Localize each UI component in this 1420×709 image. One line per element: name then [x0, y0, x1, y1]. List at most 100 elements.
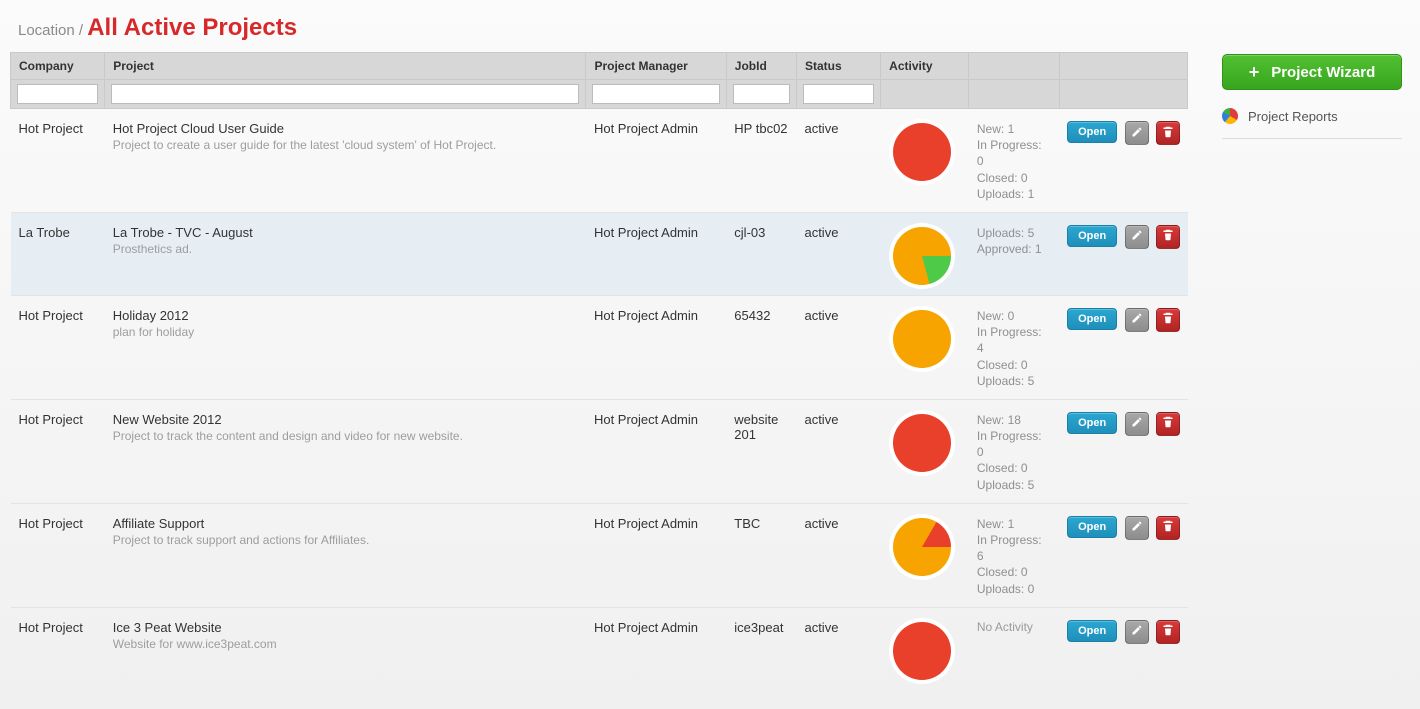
pencil-icon	[1131, 520, 1143, 535]
filter-jobid[interactable]	[733, 84, 790, 104]
filter-company[interactable]	[17, 84, 98, 104]
open-button[interactable]: Open	[1067, 121, 1117, 143]
filter-pm[interactable]	[592, 84, 719, 104]
col-status[interactable]: Status	[796, 53, 880, 80]
table-row[interactable]: Hot Project Affiliate Support Project to…	[11, 503, 1188, 607]
delete-button[interactable]	[1156, 412, 1180, 436]
cell-activity	[881, 503, 969, 607]
table-row[interactable]: Hot Project New Website 2012 Project to …	[11, 399, 1188, 503]
table-row[interactable]: Hot Project Hot Project Cloud User Guide…	[11, 109, 1188, 213]
delete-button[interactable]	[1156, 121, 1180, 145]
activity-pie-icon	[893, 414, 951, 472]
cell-jobid: TBC	[726, 503, 796, 607]
project-desc: Project to track the content and design …	[113, 429, 578, 443]
col-jobid[interactable]: JobId	[726, 53, 796, 80]
edit-button[interactable]	[1125, 121, 1149, 145]
cell-company: Hot Project	[11, 109, 105, 213]
table-row[interactable]: Hot Project Ice 3 Peat Website Website f…	[11, 607, 1188, 690]
open-button[interactable]: Open	[1067, 225, 1117, 247]
trash-icon	[1162, 520, 1174, 535]
page-title: All Active Projects	[87, 14, 297, 41]
cell-status: active	[796, 399, 880, 503]
activity-stats: New: 0In Progress: 4Closed: 0Uploads: 5	[977, 308, 1051, 389]
activity-pie-icon	[893, 622, 951, 680]
delete-button[interactable]	[1156, 516, 1180, 540]
open-button[interactable]: Open	[1067, 412, 1117, 434]
cell-pm: Hot Project Admin	[586, 503, 726, 607]
project-title: Hot Project Cloud User Guide	[113, 121, 578, 136]
cell-jobid: HP tbc02	[726, 109, 796, 213]
activity-stats: New: 18In Progress: 0Closed: 0Uploads: 5	[977, 412, 1051, 493]
cell-project: Affiliate Support Project to track suppo…	[105, 503, 586, 607]
cell-company: Hot Project	[11, 295, 105, 399]
cell-activity	[881, 295, 969, 399]
edit-button[interactable]	[1125, 308, 1149, 332]
breadcrumb: Location / All Active Projects	[0, 0, 1420, 52]
cell-jobid: ice3peat	[726, 607, 796, 690]
cell-stats: New: 1In Progress: 0Closed: 0Uploads: 1	[969, 109, 1059, 213]
cell-status: active	[796, 503, 880, 607]
edit-button[interactable]	[1125, 412, 1149, 436]
delete-button[interactable]	[1156, 225, 1180, 249]
no-activity-label: No Activity	[977, 620, 1051, 634]
col-activity[interactable]: Activity	[881, 53, 969, 80]
cell-actions: Open	[1059, 503, 1187, 607]
delete-button[interactable]	[1156, 308, 1180, 332]
project-wizard-label: Project Wizard	[1271, 64, 1375, 81]
project-desc: Prosthetics ad.	[113, 242, 578, 256]
activity-stats: New: 1In Progress: 0Closed: 0Uploads: 1	[977, 121, 1051, 202]
table-row[interactable]: Hot Project Holiday 2012 plan for holida…	[11, 295, 1188, 399]
projects-table: Company Project Project Manager JobId St…	[10, 52, 1188, 690]
cell-project: La Trobe - TVC - August Prosthetics ad.	[105, 212, 586, 295]
delete-button[interactable]	[1156, 620, 1180, 644]
pencil-icon	[1131, 126, 1143, 141]
cell-stats: No Activity	[969, 607, 1059, 690]
cell-actions: Open	[1059, 212, 1187, 295]
filter-status[interactable]	[803, 84, 874, 104]
trash-icon	[1162, 126, 1174, 141]
trash-icon	[1162, 416, 1174, 431]
cell-status: active	[796, 109, 880, 213]
cell-project: Ice 3 Peat Website Website for www.ice3p…	[105, 607, 586, 690]
cell-status: active	[796, 212, 880, 295]
cell-pm: Hot Project Admin	[586, 295, 726, 399]
project-title: Ice 3 Peat Website	[113, 620, 578, 635]
cell-stats: New: 0In Progress: 4Closed: 0Uploads: 5	[969, 295, 1059, 399]
filter-project[interactable]	[111, 84, 579, 104]
col-company[interactable]: Company	[11, 53, 105, 80]
plus-icon: +	[1249, 63, 1260, 81]
project-reports-link[interactable]: Project Reports	[1222, 108, 1402, 124]
project-title: New Website 2012	[113, 412, 578, 427]
pencil-icon	[1131, 416, 1143, 431]
col-pm[interactable]: Project Manager	[586, 53, 726, 80]
trash-icon	[1162, 229, 1174, 244]
project-desc: Website for www.ice3peat.com	[113, 637, 578, 651]
cell-jobid: cjl-03	[726, 212, 796, 295]
project-title: La Trobe - TVC - August	[113, 225, 578, 240]
open-button[interactable]: Open	[1067, 620, 1117, 642]
cell-actions: Open	[1059, 399, 1187, 503]
activity-stats: New: 1In Progress: 6Closed: 0Uploads: 0	[977, 516, 1051, 597]
cell-project: Holiday 2012 plan for holiday	[105, 295, 586, 399]
activity-pie-icon	[893, 123, 951, 181]
open-button[interactable]: Open	[1067, 308, 1117, 330]
cell-company: Hot Project	[11, 607, 105, 690]
edit-button[interactable]	[1125, 225, 1149, 249]
pencil-icon	[1131, 312, 1143, 327]
cell-project: Hot Project Cloud User Guide Project to …	[105, 109, 586, 213]
table-row[interactable]: La Trobe La Trobe - TVC - August Prosthe…	[11, 212, 1188, 295]
col-project[interactable]: Project	[105, 53, 586, 80]
project-desc: Project to track support and actions for…	[113, 533, 578, 547]
activity-stats: Uploads: 5Approved: 1	[977, 225, 1051, 257]
edit-button[interactable]	[1125, 620, 1149, 644]
cell-stats: Uploads: 5Approved: 1	[969, 212, 1059, 295]
cell-jobid: 65432	[726, 295, 796, 399]
cell-pm: Hot Project Admin	[586, 607, 726, 690]
edit-button[interactable]	[1125, 516, 1149, 540]
cell-project: New Website 2012 Project to track the co…	[105, 399, 586, 503]
cell-status: active	[796, 295, 880, 399]
cell-jobid: website 201	[726, 399, 796, 503]
project-reports-label: Project Reports	[1248, 109, 1338, 124]
project-wizard-button[interactable]: + Project Wizard	[1222, 54, 1402, 90]
open-button[interactable]: Open	[1067, 516, 1117, 538]
